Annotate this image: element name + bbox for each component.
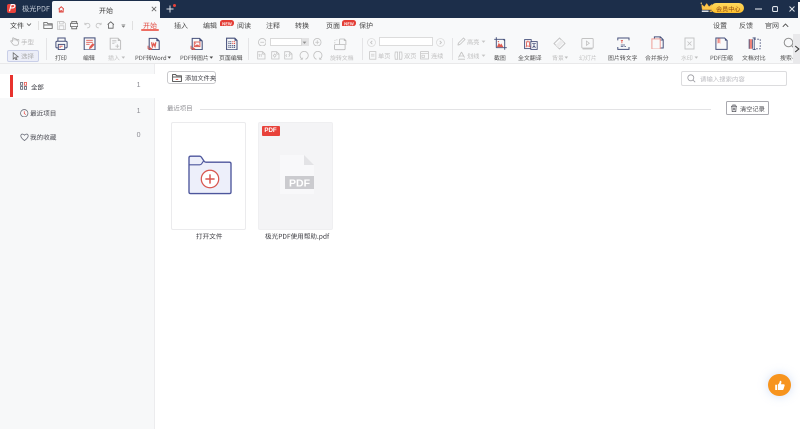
svg-text:PDF: PDF — [289, 178, 311, 190]
